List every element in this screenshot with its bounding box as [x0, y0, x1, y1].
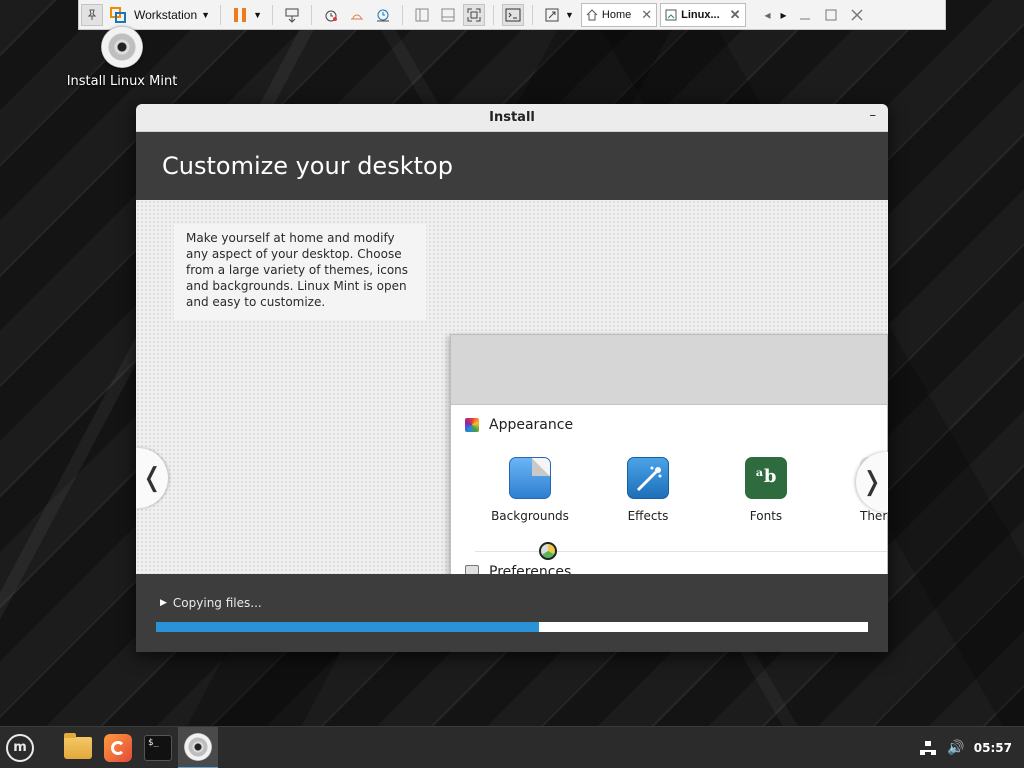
appearance-icon [465, 418, 479, 432]
desktop-icon-install-linux-mint[interactable]: Install Linux Mint [62, 26, 182, 89]
tab-home-label: Home [601, 8, 632, 21]
revert-snapshot-icon[interactable] [346, 4, 368, 26]
desktop-icon-label: Install Linux Mint [66, 74, 178, 89]
disc-icon [101, 26, 143, 68]
tab-scroll-right-icon[interactable]: ▸ [776, 4, 792, 26]
stretch-icon[interactable] [541, 4, 563, 26]
settings-item-fonts: ᵃb Fonts [716, 457, 816, 523]
vm-icon [665, 9, 677, 20]
progress-expander[interactable]: ▶ Copying files... [160, 596, 262, 610]
snapshot-manager-icon[interactable] [372, 4, 394, 26]
close-icon[interactable]: ✕ [641, 7, 652, 23]
maximize-icon[interactable] [818, 4, 844, 26]
fonts-icon: ᵃb [745, 457, 787, 499]
effects-icon [627, 457, 669, 499]
window-title: Install [489, 110, 535, 125]
stretch-dropdown-icon[interactable]: ▼ [565, 10, 574, 20]
thumbnail-view-icon[interactable] [437, 4, 459, 26]
section-title: Appearance [489, 417, 574, 433]
toolbar-separator [271, 4, 273, 25]
close-window-icon[interactable] [844, 4, 870, 26]
installer-window-button[interactable] [178, 726, 218, 768]
taskbar: m $_ 🔊 05:57 [0, 726, 1024, 768]
section-appearance: Appearance [465, 417, 573, 433]
workstation-dropdown-icon[interactable]: ▼ [201, 10, 210, 20]
installer-window: Install – Customize your desktop Make yo… [136, 104, 888, 652]
expander-arrow-icon: ▶ [160, 598, 167, 608]
fullscreen-icon[interactable] [462, 3, 485, 26]
minimize-icon[interactable] [792, 4, 818, 26]
terminal-icon: $_ [144, 734, 172, 761]
toolbar-separator [492, 4, 494, 25]
pin-icon[interactable] [81, 3, 103, 26]
item-label: Backgrounds [491, 509, 569, 523]
toolbar-separator [531, 4, 533, 25]
library-view-icon[interactable] [411, 4, 433, 26]
item-label: Fonts [749, 509, 783, 523]
tab-linux-vm[interactable]: Linux... ✕ [660, 2, 746, 27]
minimize-button[interactable]: – [870, 108, 877, 123]
progress-bar-fill [156, 622, 540, 632]
menu-button[interactable]: m [0, 727, 40, 768]
terminal-launcher[interactable]: $_ [138, 727, 178, 768]
progress-section: ▶ Copying files... [136, 574, 888, 652]
close-icon[interactable]: ✕ [730, 7, 741, 23]
home-icon [586, 8, 598, 20]
installer-titlebar[interactable]: Install – [136, 104, 888, 132]
power-dropdown-icon[interactable]: ▼ [253, 10, 262, 20]
item-label: Effects [627, 509, 669, 523]
page-title: Customize your desktop [136, 132, 888, 200]
slideshow: Make yourself at home and modify any asp… [136, 200, 888, 628]
settings-header [451, 335, 887, 405]
network-icon[interactable] [918, 738, 938, 758]
settings-item-backgrounds: Backgrounds [480, 457, 580, 523]
firefox-icon [104, 733, 132, 762]
disc-icon [184, 732, 212, 761]
progress-bar [156, 622, 868, 632]
slide-previous-button[interactable]: ❬ [136, 448, 168, 508]
clock[interactable]: 05:57 [974, 741, 1012, 755]
firefox-launcher[interactable] [98, 727, 138, 768]
toolbar-separator [401, 4, 403, 25]
mint-logo-icon: m [6, 733, 34, 762]
pause-icon[interactable] [229, 4, 251, 26]
tab-home[interactable]: Home ✕ [580, 2, 658, 27]
settings-item-effects: Effects [598, 457, 698, 523]
backgrounds-icon [509, 457, 551, 499]
send-keys-icon[interactable] [281, 4, 303, 26]
files-launcher[interactable] [58, 727, 98, 768]
volume-icon[interactable]: 🔊 [946, 738, 966, 758]
snapshot-icon[interactable] [320, 4, 342, 26]
progress-label: Copying files... [172, 596, 262, 610]
folder-icon [64, 732, 92, 759]
system-tray: 🔊 05:57 [918, 727, 1024, 768]
workstation-logo-icon [107, 4, 129, 26]
workstation-menu-label[interactable]: Workstation [134, 8, 197, 22]
vmware-toolbar: Workstation ▼ ▼ ▼ Home ✕ Linux... ✕ ◂ ▸ [78, 0, 946, 30]
section-divider [475, 551, 887, 552]
tab-scroll-left-icon[interactable]: ◂ [760, 4, 776, 26]
busy-cursor-icon [539, 542, 557, 560]
toolbar-separator [220, 4, 222, 25]
tab-linux-vm-label: Linux... [681, 8, 720, 21]
slide-description: Make yourself at home and modify any asp… [174, 224, 426, 320]
toolbar-separator [310, 4, 312, 25]
console-icon[interactable] [501, 3, 524, 26]
